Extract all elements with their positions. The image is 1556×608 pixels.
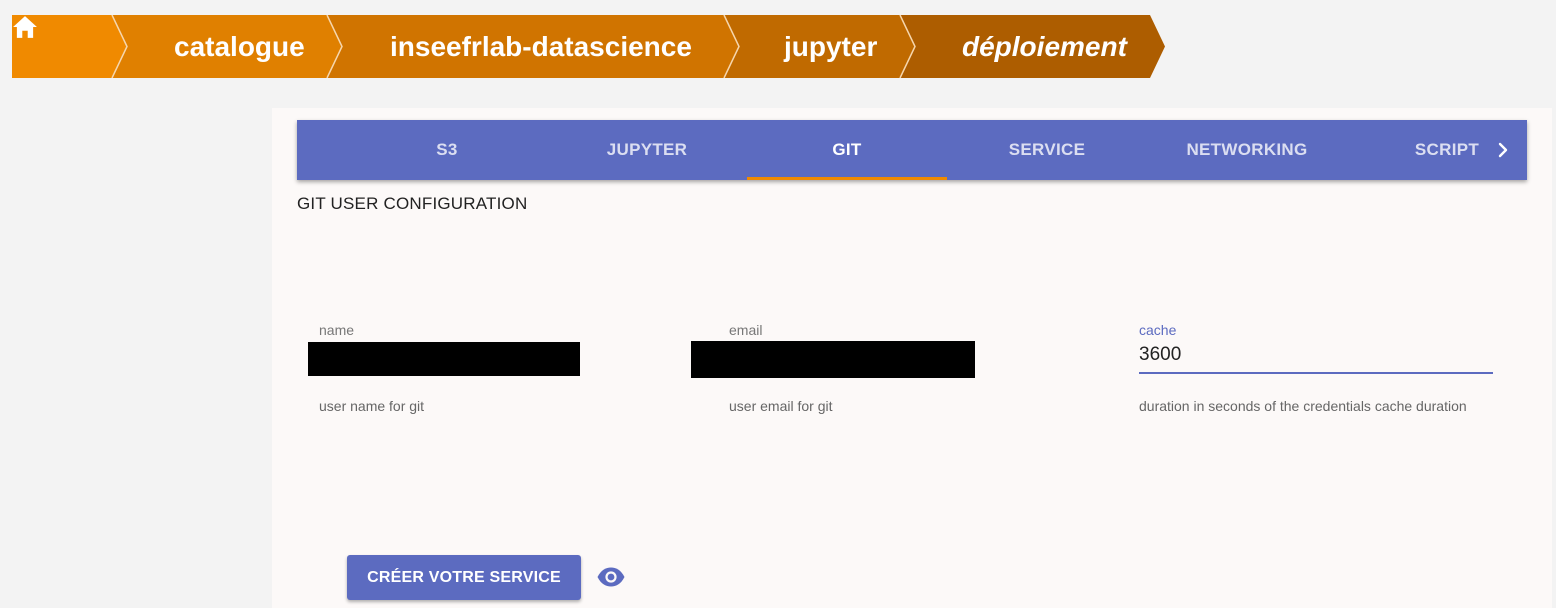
cache-input[interactable]	[1139, 340, 1493, 370]
email-field-help: user email for git	[729, 398, 833, 414]
tab-networking[interactable]: NETWORKING	[1147, 120, 1347, 180]
redacted-email-value	[691, 341, 975, 378]
tab-s3[interactable]: S3	[347, 120, 547, 180]
tab-git[interactable]: GIT	[747, 120, 947, 180]
chevron-right-icon[interactable]	[1491, 138, 1515, 162]
page: catalogue inseefrlab-datascience jupyter…	[0, 0, 1556, 608]
name-field-label: name	[319, 322, 355, 338]
breadcrumb-item-catalogue[interactable]: catalogue	[174, 15, 305, 78]
section-title: GIT USER CONFIGURATION	[297, 194, 528, 213]
breadcrumb: catalogue inseefrlab-datascience jupyter…	[12, 15, 1172, 78]
breadcrumb-item-jupyter[interactable]: jupyter	[784, 15, 877, 78]
home-icon[interactable]	[12, 15, 38, 39]
configuration-panel: S3 JUPYTER GIT SERVICE NETWORKING SCRIPT…	[272, 108, 1552, 608]
cache-field-help: duration in seconds of the credentials c…	[1139, 398, 1467, 414]
tab-service[interactable]: SERVICE	[947, 120, 1147, 180]
cache-field: cache duration in seconds of the credent…	[1139, 322, 1529, 422]
redacted-name-value	[308, 342, 580, 376]
email-field-label: email	[729, 322, 763, 338]
name-field-help: user name for git	[319, 398, 425, 414]
cache-field-label: cache	[1139, 322, 1177, 338]
tab-bar: S3 JUPYTER GIT SERVICE NETWORKING SCRIPT	[297, 120, 1527, 180]
cache-input-underline	[1139, 372, 1493, 374]
tab-jupyter[interactable]: JUPYTER	[547, 120, 747, 180]
eye-icon[interactable]	[596, 565, 626, 589]
breadcrumb-item-inseefrlab-datascience[interactable]: inseefrlab-datascience	[390, 15, 692, 78]
create-service-button[interactable]: CRÉER VOTRE SERVICE	[347, 555, 581, 600]
breadcrumb-item-deploiement: déploiement	[962, 31, 1127, 62]
